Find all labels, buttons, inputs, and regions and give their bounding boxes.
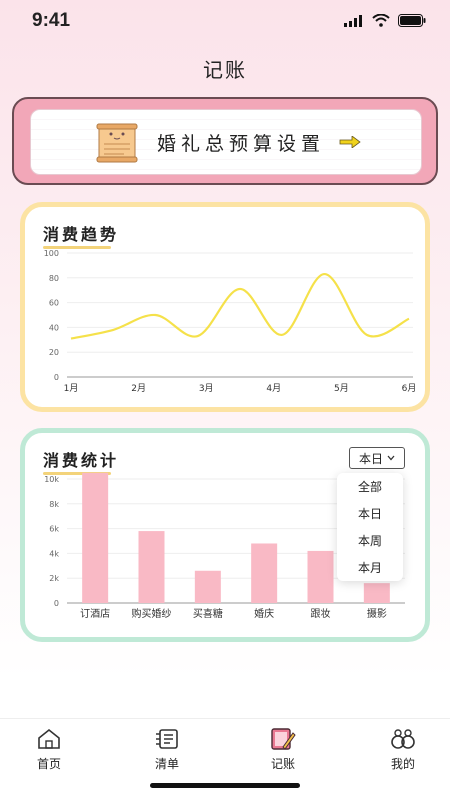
y-tick-label: 0: [54, 373, 59, 382]
x-tick-label: 婚庆: [254, 607, 274, 620]
x-tick-label: 订酒店: [80, 607, 110, 620]
y-tick-label: 100: [44, 249, 59, 258]
trend-card: 消费趋势 0 20 40 60 80 100 1月 2月 3月 4月 5月 6月: [20, 202, 430, 412]
x-tick-label: 跟妆: [311, 607, 331, 620]
status-time: 9:41: [32, 10, 71, 31]
bar[interactable]: [251, 543, 278, 603]
y-tick-label: 60: [49, 299, 59, 308]
x-tick-label: 3月: [199, 383, 214, 394]
chevron-down-icon: [387, 455, 395, 461]
y-tick-label: 8k: [49, 500, 59, 509]
trend-chart: 0 20 40 60 80 100 1月 2月 3月 4月 5月 6月: [44, 249, 417, 394]
budget-settings-inner[interactable]: 婚礼总预算设置: [30, 109, 422, 175]
y-tick-label: 2k: [49, 574, 59, 583]
home-icon: [38, 728, 60, 749]
y-tick-label: 4k: [49, 549, 59, 558]
stats-card: 消费统计 0 2k 4k 6k 8k 10k 订酒店 购买婚纱 买喜糖 婚庆 跟妆 摄影 本日 全部 …: [20, 428, 430, 642]
y-tick-label: 6k: [49, 525, 59, 534]
period-filter-menu: 全部 本日 本周 本月: [337, 473, 403, 581]
x-tick-label: 1月: [64, 383, 79, 394]
arrow-right-icon: [339, 136, 361, 148]
bar[interactable]: [363, 583, 390, 603]
tab-home-label: 首页: [36, 757, 61, 771]
x-tick-label: 2月: [131, 383, 146, 394]
period-filter-value: 本日: [358, 451, 383, 466]
y-tick-label: 80: [49, 274, 59, 283]
y-tick-label: 10k: [44, 475, 59, 484]
x-tick-label: 摄影: [367, 607, 387, 620]
tab-accounting[interactable]: 记账: [248, 727, 318, 772]
bar[interactable]: [307, 550, 334, 603]
tab-list-label: 清单: [154, 757, 179, 771]
home-indicator: [150, 783, 300, 788]
menu-item-week[interactable]: 本周: [358, 530, 382, 551]
status-icons: [344, 14, 426, 27]
profile-rings-icon: [391, 729, 415, 749]
menu-item-month[interactable]: 本月: [358, 557, 382, 578]
bar[interactable]: [138, 531, 165, 603]
trend-series-line: [70, 272, 410, 340]
y-tick-label: 40: [49, 323, 59, 332]
tab-list[interactable]: 清单: [132, 727, 202, 772]
status-bar: 9:41: [0, 0, 450, 44]
wifi-icon: [372, 14, 390, 27]
menu-item-all[interactable]: 全部: [358, 476, 382, 497]
budget-settings-label: 婚礼总预算设置: [156, 132, 325, 155]
y-tick-label: 20: [49, 348, 59, 357]
budget-settings-card[interactable]: 婚礼总预算设置: [12, 97, 438, 185]
menu-item-today[interactable]: 本日: [358, 503, 382, 524]
x-tick-label: 4月: [266, 383, 281, 394]
bar[interactable]: [194, 570, 221, 603]
tab-mine[interactable]: 我的: [368, 727, 438, 772]
x-tick-label: 5月: [334, 383, 349, 394]
list-icon: [156, 729, 178, 749]
battery-icon: [398, 14, 426, 27]
tab-mine-label: 我的: [390, 757, 415, 771]
x-tick-label: 买喜糖: [193, 607, 223, 620]
bar[interactable]: [82, 472, 109, 603]
x-tick-label: 6月: [402, 383, 417, 394]
scroll-cat-icon: [96, 123, 138, 163]
notebook-pen-icon: [271, 728, 296, 750]
page-title: 记账: [203, 58, 247, 82]
y-tick-label: 0: [54, 599, 59, 608]
tab-accounting-label: 记账: [270, 757, 295, 771]
period-filter-dropdown[interactable]: 本日: [349, 447, 405, 469]
signal-icon: [344, 14, 362, 27]
x-tick-label: 购买婚纱: [132, 607, 172, 620]
tab-home[interactable]: 首页: [14, 727, 84, 772]
